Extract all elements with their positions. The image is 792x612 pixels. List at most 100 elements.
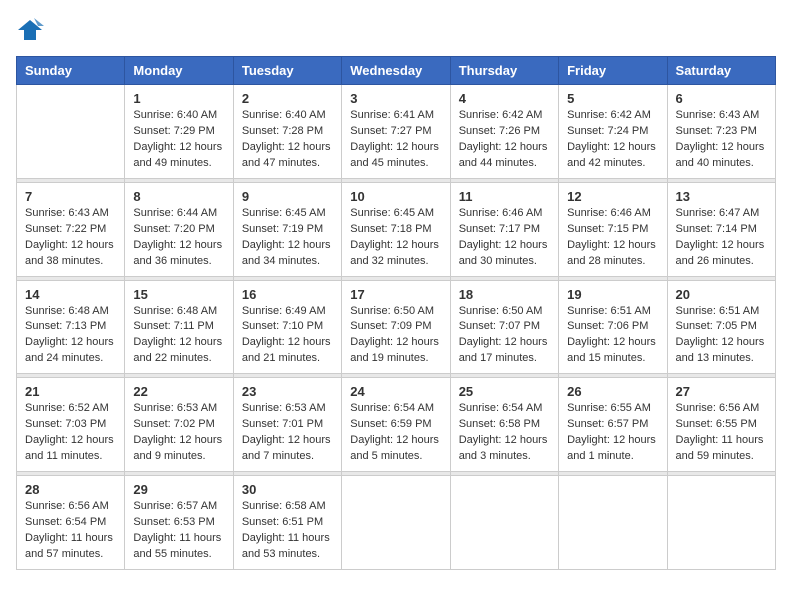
day-info: Sunrise: 6:46 AM Sunset: 7:17 PM Dayligh… bbox=[459, 206, 550, 270]
day-number: 2 bbox=[242, 91, 333, 106]
day-info: Sunrise: 6:43 AM Sunset: 7:23 PM Dayligh… bbox=[676, 108, 767, 172]
day-info: Sunrise: 6:49 AM Sunset: 7:10 PM Dayligh… bbox=[242, 304, 333, 368]
calendar-cell: 5 Sunrise: 6:42 AM Sunset: 7:24 PM Daylig… bbox=[559, 85, 667, 179]
calendar-cell: 3Sunrise: 6:41 AM Sunset: 7:27 PM Daylig… bbox=[342, 85, 450, 179]
day-info: Sunrise: 6:40 AM Sunset: 7:28 PM Dayligh… bbox=[242, 108, 333, 172]
day-info: Sunrise: 6:48 AM Sunset: 7:11 PM Dayligh… bbox=[133, 304, 224, 368]
day-number: 21 bbox=[25, 384, 116, 399]
calendar-week-row: 28 Sunrise: 6:56 AM Sunset: 6:54 PM Dayli… bbox=[17, 476, 776, 570]
calendar-week-row: 21 Sunrise: 6:52 AM Sunset: 7:03 PM Dayli… bbox=[17, 378, 776, 472]
day-info: Sunrise: 6:48 AM Sunset: 7:13 PM Dayligh… bbox=[25, 304, 116, 368]
day-info: Sunrise: 6:53 AM Sunset: 7:01 PM Dayligh… bbox=[242, 401, 333, 465]
day-number: 7 bbox=[25, 189, 116, 204]
calendar-cell: 7 Sunrise: 6:43 AM Sunset: 7:22 PM Daylig… bbox=[17, 182, 125, 276]
day-number: 18 bbox=[459, 287, 550, 302]
calendar-cell: 17 Sunrise: 6:50 AM Sunset: 7:09 PM Dayli… bbox=[342, 280, 450, 374]
calendar-cell: 12 Sunrise: 6:46 AM Sunset: 7:15 PM Dayli… bbox=[559, 182, 667, 276]
day-info: Sunrise: 6:51 AM Sunset: 7:05 PM Dayligh… bbox=[676, 304, 767, 368]
day-number: 3 bbox=[350, 91, 441, 106]
calendar-cell: 10 Sunrise: 6:45 AM Sunset: 7:18 PM Dayli… bbox=[342, 182, 450, 276]
column-header-saturday: Saturday bbox=[667, 57, 775, 85]
day-info: Sunrise: 6:58 AM Sunset: 6:51 PM Dayligh… bbox=[242, 499, 333, 563]
day-info: Sunrise: 6:57 AM Sunset: 6:53 PM Dayligh… bbox=[133, 499, 224, 563]
day-number: 25 bbox=[459, 384, 550, 399]
calendar-cell: 9 Sunrise: 6:45 AM Sunset: 7:19 PM Daylig… bbox=[233, 182, 341, 276]
calendar-week-row: 7 Sunrise: 6:43 AM Sunset: 7:22 PM Daylig… bbox=[17, 182, 776, 276]
logo bbox=[16, 16, 48, 44]
calendar-cell: 26 Sunrise: 6:55 AM Sunset: 6:57 PM Dayli… bbox=[559, 378, 667, 472]
calendar-cell: 6 Sunrise: 6:43 AM Sunset: 7:23 PM Daylig… bbox=[667, 85, 775, 179]
day-number: 28 bbox=[25, 482, 116, 497]
calendar-cell bbox=[17, 85, 125, 179]
day-number: 6 bbox=[676, 91, 767, 106]
calendar-cell: 30 Sunrise: 6:58 AM Sunset: 6:51 PM Dayli… bbox=[233, 476, 341, 570]
calendar-cell: 21 Sunrise: 6:52 AM Sunset: 7:03 PM Dayli… bbox=[17, 378, 125, 472]
column-header-friday: Friday bbox=[559, 57, 667, 85]
calendar-cell: 13 Sunrise: 6:47 AM Sunset: 7:14 PM Dayli… bbox=[667, 182, 775, 276]
column-header-sunday: Sunday bbox=[17, 57, 125, 85]
day-number: 11 bbox=[459, 189, 550, 204]
day-number: 17 bbox=[350, 287, 441, 302]
day-number: 22 bbox=[133, 384, 224, 399]
page-header bbox=[16, 16, 776, 44]
calendar-week-row: 14 Sunrise: 6:48 AM Sunset: 7:13 PM Dayli… bbox=[17, 280, 776, 374]
day-info: Sunrise: 6:55 AM Sunset: 6:57 PM Dayligh… bbox=[567, 401, 658, 465]
day-number: 24 bbox=[350, 384, 441, 399]
day-info: Sunrise: 6:53 AM Sunset: 7:02 PM Dayligh… bbox=[133, 401, 224, 465]
day-info: Sunrise: 6:50 AM Sunset: 7:09 PM Dayligh… bbox=[350, 304, 441, 368]
calendar-cell bbox=[450, 476, 558, 570]
day-info: Sunrise: 6:52 AM Sunset: 7:03 PM Dayligh… bbox=[25, 401, 116, 465]
calendar-cell: 1Sunrise: 6:40 AM Sunset: 7:29 PM Daylig… bbox=[125, 85, 233, 179]
calendar-cell: 8 Sunrise: 6:44 AM Sunset: 7:20 PM Daylig… bbox=[125, 182, 233, 276]
day-info: Sunrise: 6:56 AM Sunset: 6:55 PM Dayligh… bbox=[676, 401, 767, 465]
calendar-cell bbox=[342, 476, 450, 570]
calendar-cell: 15 Sunrise: 6:48 AM Sunset: 7:11 PM Dayli… bbox=[125, 280, 233, 374]
day-info: Sunrise: 6:42 AM Sunset: 7:26 PM Dayligh… bbox=[459, 108, 550, 172]
calendar-table: SundayMondayTuesdayWednesdayThursdayFrid… bbox=[16, 56, 776, 570]
day-number: 29 bbox=[133, 482, 224, 497]
calendar-cell: 25 Sunrise: 6:54 AM Sunset: 6:58 PM Dayli… bbox=[450, 378, 558, 472]
day-number: 23 bbox=[242, 384, 333, 399]
column-header-wednesday: Wednesday bbox=[342, 57, 450, 85]
calendar-cell: 23 Sunrise: 6:53 AM Sunset: 7:01 PM Dayli… bbox=[233, 378, 341, 472]
day-info: Sunrise: 6:40 AM Sunset: 7:29 PM Dayligh… bbox=[133, 108, 224, 172]
day-info: Sunrise: 6:45 AM Sunset: 7:19 PM Dayligh… bbox=[242, 206, 333, 270]
day-number: 13 bbox=[676, 189, 767, 204]
day-number: 15 bbox=[133, 287, 224, 302]
day-number: 20 bbox=[676, 287, 767, 302]
calendar-cell bbox=[667, 476, 775, 570]
day-number: 10 bbox=[350, 189, 441, 204]
calendar-week-row: 1Sunrise: 6:40 AM Sunset: 7:29 PM Daylig… bbox=[17, 85, 776, 179]
day-number: 30 bbox=[242, 482, 333, 497]
day-info: Sunrise: 6:47 AM Sunset: 7:14 PM Dayligh… bbox=[676, 206, 767, 270]
day-info: Sunrise: 6:45 AM Sunset: 7:18 PM Dayligh… bbox=[350, 206, 441, 270]
calendar-cell: 18 Sunrise: 6:50 AM Sunset: 7:07 PM Dayli… bbox=[450, 280, 558, 374]
day-info: Sunrise: 6:46 AM Sunset: 7:15 PM Dayligh… bbox=[567, 206, 658, 270]
day-number: 26 bbox=[567, 384, 658, 399]
day-number: 4 bbox=[459, 91, 550, 106]
column-header-monday: Monday bbox=[125, 57, 233, 85]
calendar-cell: 14 Sunrise: 6:48 AM Sunset: 7:13 PM Dayli… bbox=[17, 280, 125, 374]
calendar-cell: 4 Sunrise: 6:42 AM Sunset: 7:26 PM Daylig… bbox=[450, 85, 558, 179]
calendar-cell: 28 Sunrise: 6:56 AM Sunset: 6:54 PM Dayli… bbox=[17, 476, 125, 570]
day-number: 5 bbox=[567, 91, 658, 106]
column-header-thursday: Thursday bbox=[450, 57, 558, 85]
day-number: 12 bbox=[567, 189, 658, 204]
calendar-cell: 19Sunrise: 6:51 AM Sunset: 7:06 PM Dayli… bbox=[559, 280, 667, 374]
day-info: Sunrise: 6:56 AM Sunset: 6:54 PM Dayligh… bbox=[25, 499, 116, 563]
day-number: 9 bbox=[242, 189, 333, 204]
day-info: Sunrise: 6:42 AM Sunset: 7:24 PM Dayligh… bbox=[567, 108, 658, 172]
day-number: 14 bbox=[25, 287, 116, 302]
column-header-tuesday: Tuesday bbox=[233, 57, 341, 85]
day-info: Sunrise: 6:44 AM Sunset: 7:20 PM Dayligh… bbox=[133, 206, 224, 270]
day-number: 8 bbox=[133, 189, 224, 204]
day-number: 19 bbox=[567, 287, 658, 302]
day-number: 27 bbox=[676, 384, 767, 399]
day-info: Sunrise: 6:50 AM Sunset: 7:07 PM Dayligh… bbox=[459, 304, 550, 368]
day-info: Sunrise: 6:54 AM Sunset: 6:58 PM Dayligh… bbox=[459, 401, 550, 465]
calendar-cell: 24Sunrise: 6:54 AM Sunset: 6:59 PM Dayli… bbox=[342, 378, 450, 472]
calendar-cell: 29 Sunrise: 6:57 AM Sunset: 6:53 PM Dayli… bbox=[125, 476, 233, 570]
day-info: Sunrise: 6:43 AM Sunset: 7:22 PM Dayligh… bbox=[25, 206, 116, 270]
calendar-cell: 16Sunrise: 6:49 AM Sunset: 7:10 PM Dayli… bbox=[233, 280, 341, 374]
calendar-cell: 11 Sunrise: 6:46 AM Sunset: 7:17 PM Dayli… bbox=[450, 182, 558, 276]
